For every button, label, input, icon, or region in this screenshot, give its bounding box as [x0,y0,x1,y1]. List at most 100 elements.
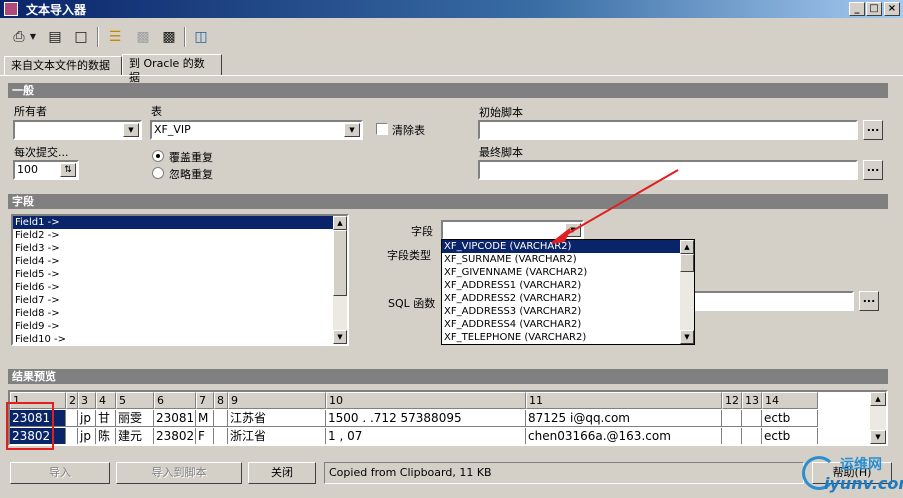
grid-column-header[interactable]: 12 [722,392,742,409]
field-dropdown-option[interactable]: XF_GIVENNAME (VARCHAR2) [442,266,694,279]
field-listbox[interactable]: Field1 -> Field2 -> Field3 -> Field4 -> Fiel… [11,214,349,346]
grid-column-header[interactable]: 9 [228,392,326,409]
field-list-item[interactable]: Field8 -> [13,307,347,320]
window-title: 文本导入器 [26,3,87,17]
grid-cell[interactable]: 23802 [154,428,196,444]
field-list-item[interactable]: Field4 -> [13,255,347,268]
maximize-button[interactable]: □ [866,2,882,16]
grid-column-header[interactable]: 11 [526,392,722,409]
scroll-down-icon[interactable]: ▼ [870,430,886,444]
sql-function-input[interactable] [690,291,854,311]
grid-cell[interactable]: 江苏省 [228,410,326,427]
grid-cell[interactable]: 1 , 07 [326,428,526,444]
scroll-up-icon[interactable]: ▲ [333,216,347,230]
grid-cell[interactable]: 陈 [96,428,116,444]
field-list-item[interactable]: Field2 -> [13,229,347,242]
grid-column-header[interactable]: 10 [326,392,526,409]
scroll-thumb[interactable] [680,254,694,272]
scroll-down-icon[interactable]: ▼ [333,330,347,344]
grid-column-header[interactable]: 7 [196,392,214,409]
grid-cell[interactable] [214,410,228,427]
scroll-up-icon[interactable]: ▲ [870,392,886,406]
grid-cell[interactable] [722,428,742,444]
grid-column-header[interactable]: 4 [96,392,116,409]
init-script-input[interactable] [478,120,858,140]
toolbar: ⎙ ▼ ▤ □ ☰ ▩ ▩ ◫ [0,22,903,52]
preview-grid[interactable]: 1 2 3 4 5 6 7 8 9 10 11 12 13 14 23081 jp 甘丽雯 23081 M 江苏省 15… [8,390,888,446]
grid-cell[interactable] [66,428,78,444]
preview-scrollbar[interactable]: ▲ ▼ [870,392,886,444]
init-script-browse-button[interactable]: ... [863,120,883,140]
field-list-item[interactable]: Field1 -> [13,216,347,229]
grid-column-header[interactable]: 6 [154,392,196,409]
table-select[interactable]: XF_VIP ▼ [150,120,363,140]
grid-cell[interactable]: 浙江省 [228,428,326,444]
grid-column-header[interactable]: 2 [66,392,78,409]
grid-column-header[interactable]: 14 [762,392,818,409]
field-dropdown-option[interactable]: XF_ADDRESS4 (VARCHAR2) [442,318,694,331]
field-list-item[interactable]: Field7 -> [13,294,347,307]
field-dropdown-option[interactable]: XF_ADDRESS1 (VARCHAR2) [442,279,694,292]
grid-cell[interactable] [66,410,78,427]
field-list-item[interactable]: Field10 -> [13,333,347,344]
grid-cell[interactable]: ectb [762,428,818,444]
tab-to-oracle[interactable]: 到 Oracle 的数据 [122,54,222,84]
field-dropdown-option[interactable]: XF_ADDRESS3 (VARCHAR2) [442,305,694,318]
clear-table-checkbox[interactable] [376,123,388,135]
owner-select[interactable]: ▼ [13,120,142,140]
tab-from-text-file[interactable]: 来自文本文件的数据 [4,56,122,76]
grid-column-header[interactable]: 13 [742,392,762,409]
grid-cell[interactable]: 甘 [96,410,116,427]
grid-cell[interactable]: 1500 . .712 57388095 [326,410,526,427]
spin-icon[interactable]: ⇅ [60,163,76,177]
grid-cell[interactable]: F [196,428,214,444]
grid-cell[interactable] [742,410,762,427]
grid-cell[interactable] [742,428,762,444]
grid-cell[interactable]: jp [78,410,96,427]
chevron-down-icon[interactable]: ▼ [344,123,360,137]
dropdown-icon[interactable]: ▼ [27,26,39,48]
import-button[interactable]: 导入 [10,462,110,484]
commit-input[interactable]: 100 ⇅ [13,160,79,180]
grid-cell[interactable]: ectb [762,410,818,427]
table-label: 表 [151,105,162,118]
database-icon[interactable]: ◫ [190,26,212,48]
grid-cell[interactable]: jp [78,428,96,444]
save-disabled-icon: ▩ [136,29,150,45]
dropdown-scrollbar[interactable]: ▲ ▼ [680,240,694,344]
grid-cell[interactable]: 建元 [116,428,154,444]
minimize-button[interactable]: _ [849,2,865,16]
scroll-thumb[interactable] [333,230,347,296]
grid-cell[interactable]: 23081 [154,410,196,427]
open-folder-icon[interactable]: ☰ [104,26,126,48]
ignore-radio[interactable] [152,167,164,179]
chevron-down-icon[interactable]: ▼ [123,123,139,137]
grid-cell[interactable] [722,410,742,427]
scroll-down-icon[interactable]: ▼ [680,330,694,344]
field-dropdown-option[interactable]: XF_TELEPHONE (VARCHAR2) [442,331,694,344]
close-window-button[interactable]: × [884,2,900,16]
sql-function-browse-button[interactable]: ... [859,291,879,311]
import-to-script-button[interactable]: 导入到脚本 [116,462,242,484]
field-list-item[interactable]: Field9 -> [13,320,347,333]
close-button[interactable]: 关闭 [248,462,316,484]
field-list-item[interactable]: Field3 -> [13,242,347,255]
final-script-browse-button[interactable]: ... [863,160,883,180]
new-icon[interactable]: □ [70,26,92,48]
field-dropdown-option[interactable]: XF_ADDRESS2 (VARCHAR2) [442,292,694,305]
save-icon[interactable]: ▩ [158,26,180,48]
field-list-item[interactable]: Field5 -> [13,268,347,281]
title-bar: 文本导入器 _ □ × [0,0,903,18]
grid-cell[interactable]: M [196,410,214,427]
field-list-scrollbar[interactable]: ▲ ▼ [333,216,347,344]
grid-column-header[interactable]: 5 [116,392,154,409]
grid-cell[interactable]: 丽雯 [116,410,154,427]
paste-icon[interactable]: ▤ [44,26,66,48]
overwrite-radio[interactable] [152,150,164,162]
grid-column-header[interactable]: 8 [214,392,228,409]
grid-column-header[interactable]: 3 [78,392,96,409]
grid-cell[interactable] [214,428,228,444]
grid-cell[interactable]: chen03166a.@163.com [526,428,722,444]
field-list-item[interactable]: Field6 -> [13,281,347,294]
grid-cell[interactable]: 87125 i@qq.com [526,410,722,427]
